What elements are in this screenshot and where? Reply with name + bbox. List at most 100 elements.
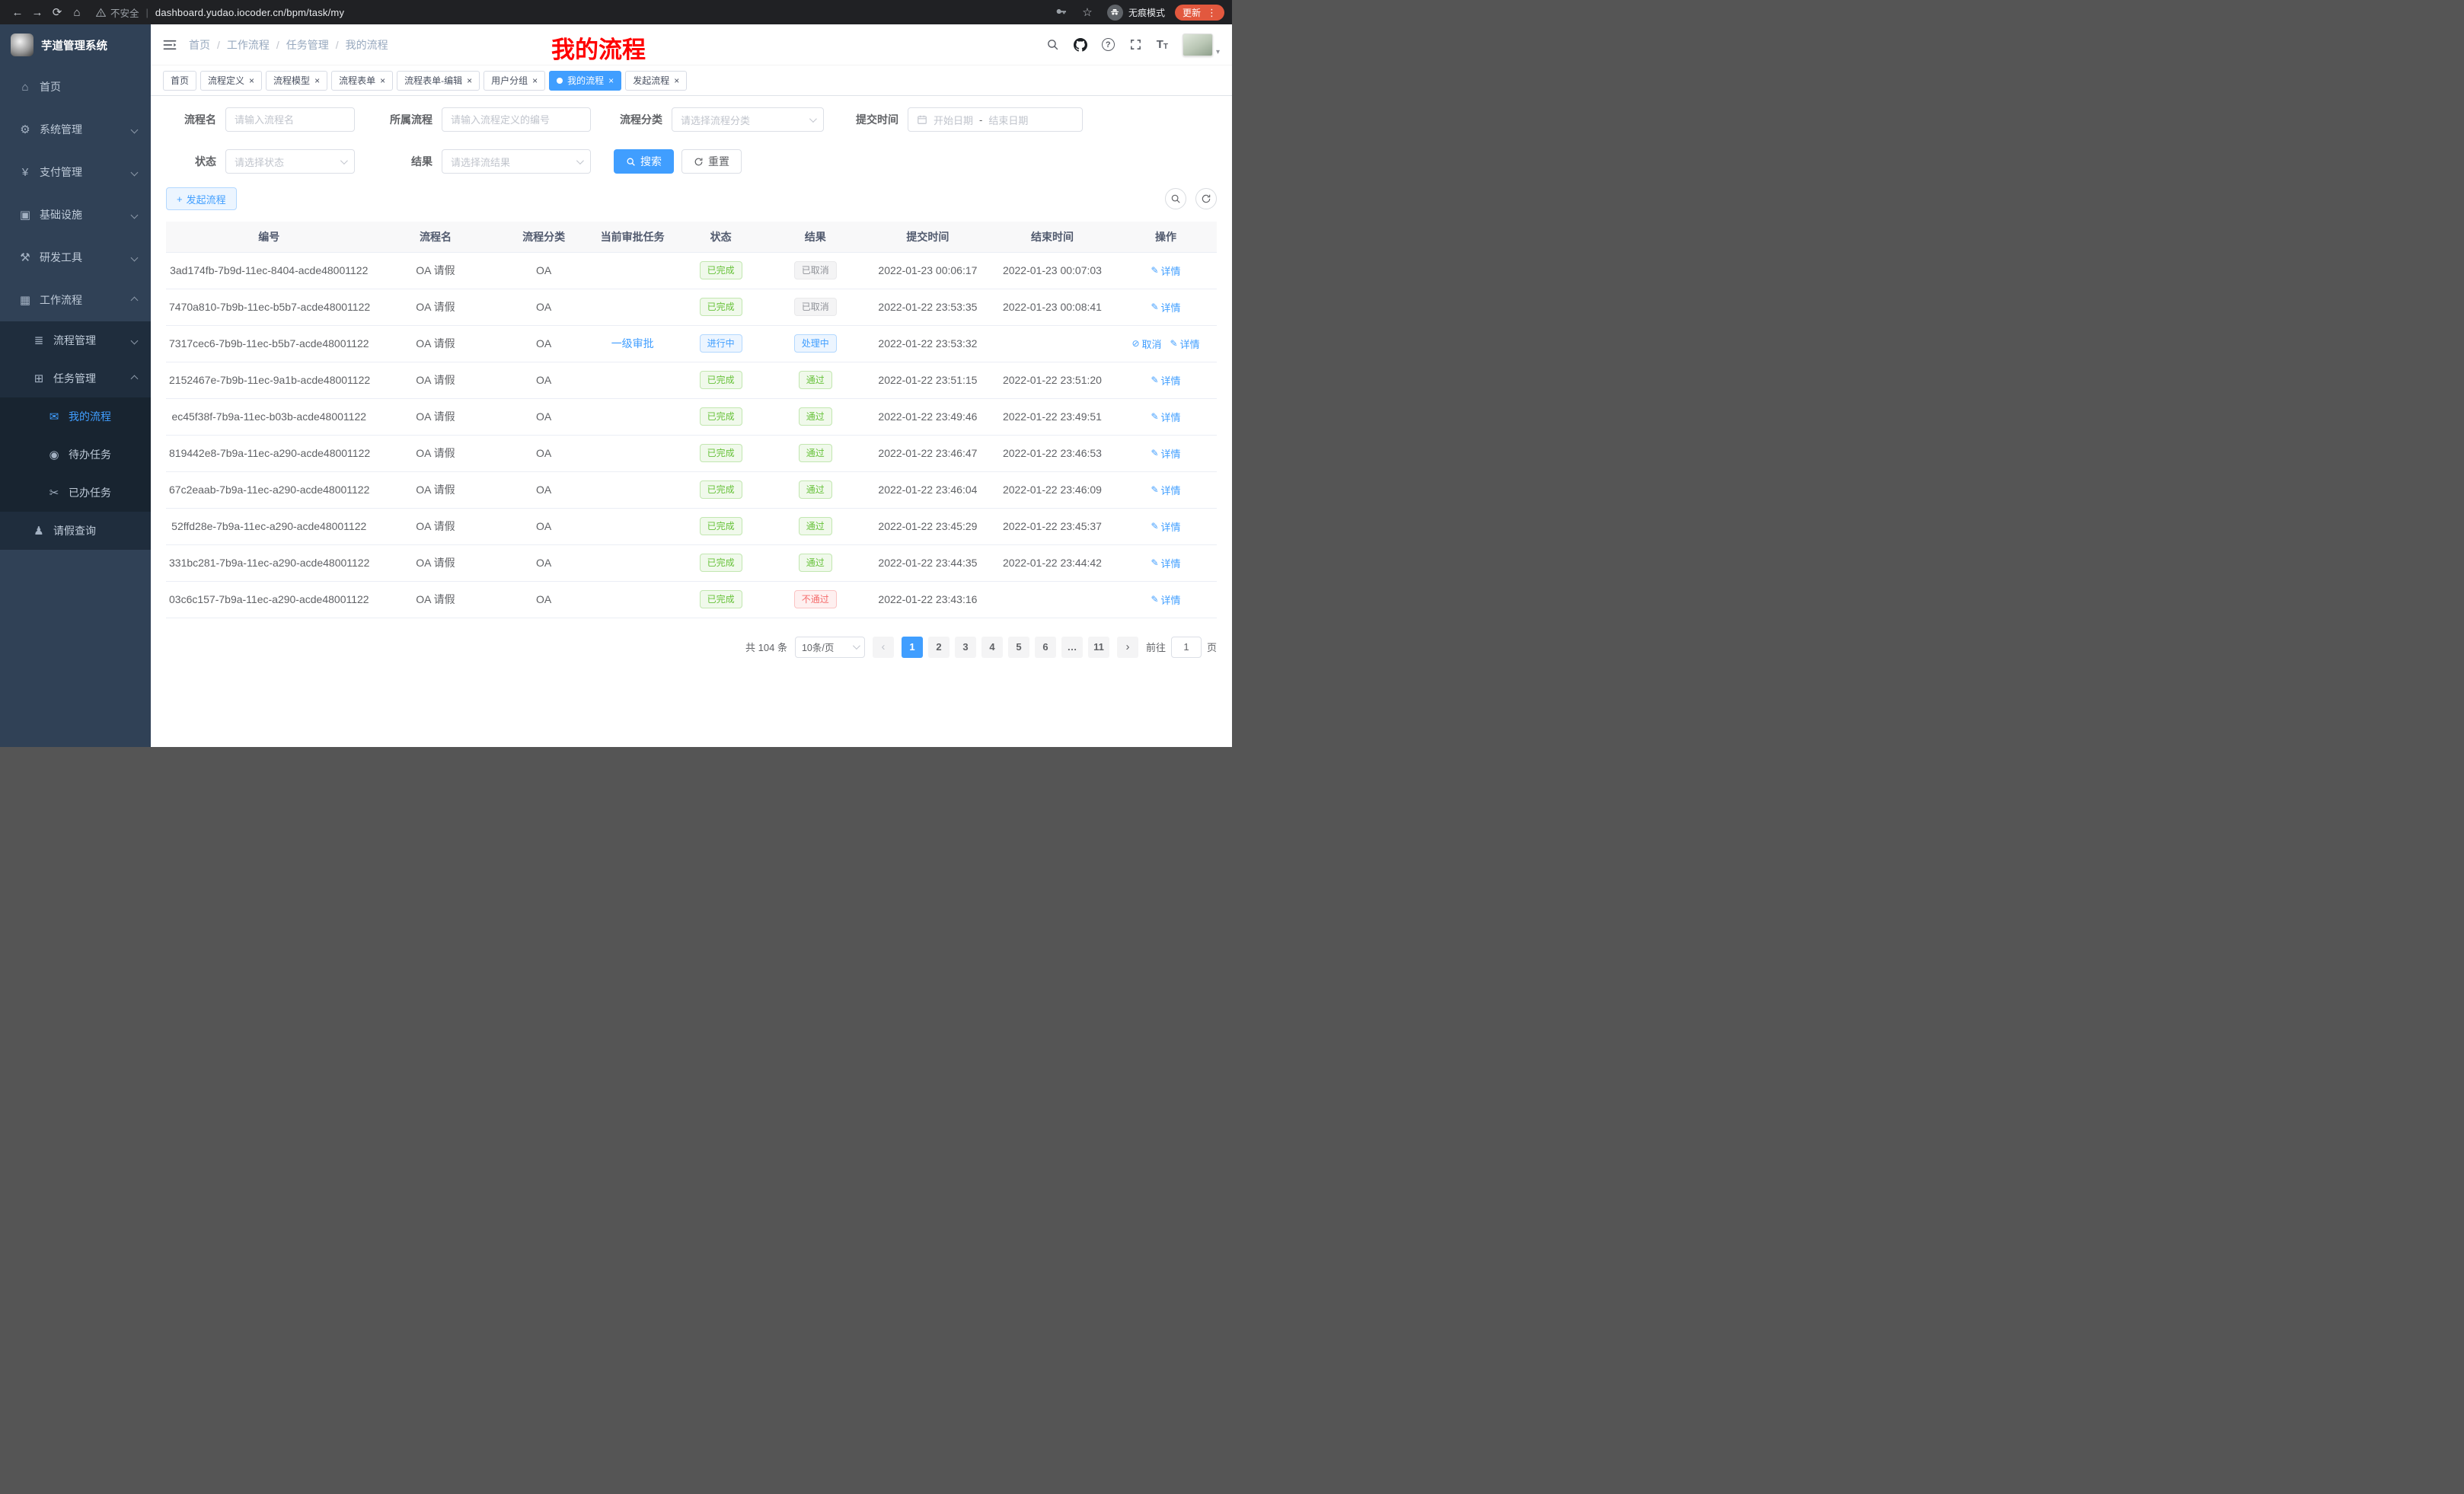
- close-icon[interactable]: ×: [532, 76, 538, 85]
- process-definition-input[interactable]: [451, 114, 582, 126]
- sidebar-item-system-mgmt[interactable]: ⚙系统管理: [0, 108, 151, 151]
- sidebar-item-task-mgmt[interactable]: ⊞任务管理: [0, 359, 151, 397]
- hamburger-icon[interactable]: [163, 39, 177, 51]
- status-select[interactable]: 请选择状态: [225, 149, 355, 174]
- close-icon[interactable]: ×: [314, 76, 320, 85]
- breadcrumb-item[interactable]: 任务管理: [286, 37, 329, 53]
- action-detail[interactable]: ✎详情: [1151, 263, 1180, 278]
- avatar[interactable]: [1183, 34, 1213, 56]
- bookmark-star-icon[interactable]: ☆: [1077, 2, 1097, 22]
- page-button[interactable]: 2: [928, 637, 950, 658]
- home-icon[interactable]: ⌂: [67, 2, 87, 22]
- sidebar-item-label: 待办任务: [69, 447, 111, 462]
- close-icon[interactable]: ×: [249, 76, 254, 85]
- page-button[interactable]: 6: [1035, 637, 1056, 658]
- cell-actions: ✎详情: [1115, 508, 1217, 544]
- edit-icon: ✎: [1151, 484, 1158, 495]
- sidebar-item-todo-task[interactable]: ◉待办任务: [0, 436, 151, 474]
- sidebar-item-leave-query[interactable]: ♟请假查询: [0, 512, 151, 550]
- goto-page-input[interactable]: [1171, 637, 1202, 658]
- close-icon[interactable]: ×: [467, 76, 472, 85]
- tab-process-model[interactable]: 流程模型×: [266, 71, 327, 91]
- page-button[interactable]: 11: [1088, 637, 1109, 658]
- tab-start-process[interactable]: 发起流程×: [625, 71, 687, 91]
- close-icon[interactable]: ×: [380, 76, 385, 85]
- status-tag: 已完成: [700, 554, 742, 572]
- category-select[interactable]: 请选择流程分类: [672, 107, 824, 132]
- fullscreen-icon[interactable]: [1129, 38, 1142, 51]
- tab-process-form[interactable]: 流程表单 ×: [331, 71, 393, 91]
- search-icon[interactable]: [1046, 38, 1059, 51]
- action-detail[interactable]: ✎详情: [1151, 446, 1180, 461]
- forward-icon[interactable]: →: [27, 2, 47, 22]
- cell-process-name: OA 请假: [372, 289, 499, 325]
- column-header: 提交时间: [866, 222, 990, 252]
- breadcrumb-item[interactable]: 工作流程: [227, 37, 270, 53]
- sidebar-item-dev-tools[interactable]: ⚒研发工具: [0, 236, 151, 279]
- key-icon[interactable]: [1055, 6, 1068, 18]
- browser-menu-icon[interactable]: ⋮: [1207, 8, 1217, 18]
- action-detail[interactable]: ✎详情: [1151, 519, 1180, 534]
- github-icon[interactable]: [1074, 38, 1087, 52]
- close-icon[interactable]: ×: [674, 76, 679, 85]
- app-title: 芋道管理系统: [41, 37, 107, 53]
- cell-id: 3ad174fb-7b9d-11ec-8404-acde48001122: [166, 252, 372, 289]
- tab-label: 流程表单: [339, 74, 375, 87]
- action-detail[interactable]: ✎详情: [1151, 592, 1180, 607]
- sidebar-item-workflow[interactable]: ▦工作流程: [0, 279, 151, 321]
- cell-process-name: OA 请假: [372, 398, 499, 435]
- tab-process-definition[interactable]: 流程定义×: [200, 71, 262, 91]
- action-detail[interactable]: ✎详情: [1151, 556, 1180, 570]
- address-url[interactable]: dashboard.yudao.iocoder.cn/bpm/task/my: [155, 7, 344, 18]
- page-button[interactable]: 1: [902, 637, 923, 658]
- gear-icon: ⚙: [17, 123, 34, 136]
- cell-result: 处理中: [765, 325, 866, 362]
- sidebar-item-my-process[interactable]: ✉我的流程: [0, 397, 151, 436]
- start-process-button[interactable]: + 发起流程: [166, 187, 237, 210]
- search-button[interactable]: 搜索: [614, 149, 674, 174]
- table-body: 3ad174fb-7b9d-11ec-8404-acde48001122OA 请…: [166, 252, 1217, 618]
- back-icon[interactable]: ←: [8, 2, 27, 22]
- edit-icon: ✎: [1151, 557, 1158, 568]
- page-button[interactable]: 4: [981, 637, 1003, 658]
- font-size-icon[interactable]: TT: [1157, 38, 1168, 51]
- reload-icon[interactable]: ⟳: [47, 2, 67, 22]
- update-button[interactable]: 更新 ⋮: [1175, 5, 1224, 21]
- action-detail[interactable]: ✎详情: [1151, 483, 1180, 497]
- page-button[interactable]: 5: [1008, 637, 1029, 658]
- sidebar-item-home[interactable]: ⌂首页: [0, 65, 151, 108]
- tab-process-form-edit[interactable]: 流程表单-编辑×: [397, 71, 480, 91]
- action-detail[interactable]: ✎详情: [1151, 300, 1180, 314]
- action-detail[interactable]: ✎详情: [1151, 410, 1180, 424]
- current-task-link[interactable]: 一级审批: [611, 336, 654, 351]
- tab-my-process[interactable]: 我的流程×: [549, 71, 621, 91]
- cell-result: 通过: [765, 544, 866, 581]
- action-cancel[interactable]: ⊘取消: [1131, 337, 1161, 351]
- tab-user-group[interactable]: 用户分组×: [484, 71, 545, 91]
- tab-bar: 首页流程定义×流程模型×流程表单×流程表单-编辑×用户分组×我的流程×发起流程×: [151, 65, 1232, 96]
- user-menu[interactable]: ▾: [1183, 34, 1220, 56]
- reset-button[interactable]: 重置: [681, 149, 742, 174]
- prev-page-button[interactable]: ‹: [873, 637, 894, 658]
- page-size-select[interactable]: 10条/页: [795, 637, 865, 658]
- help-icon[interactable]: ?: [1102, 38, 1115, 51]
- security-indicator[interactable]: 不安全: [96, 5, 139, 20]
- refresh-table-button[interactable]: [1195, 188, 1217, 209]
- page-button[interactable]: 3: [955, 637, 976, 658]
- date-range-picker[interactable]: 开始日期 - 结束日期: [908, 107, 1083, 132]
- cell-category: OA: [499, 435, 588, 471]
- sidebar-item-done-task[interactable]: ✂已办任务: [0, 474, 151, 512]
- tab-home[interactable]: 首页: [163, 71, 196, 91]
- sidebar-item-payment-mgmt[interactable]: ¥支付管理: [0, 151, 151, 193]
- process-name-input[interactable]: [235, 114, 346, 126]
- result-select[interactable]: 请选择流结果: [442, 149, 591, 174]
- cell-current-task: [589, 362, 677, 398]
- breadcrumb-item[interactable]: 首页: [189, 37, 210, 53]
- next-page-button[interactable]: ›: [1117, 637, 1138, 658]
- action-detail[interactable]: ✎详情: [1151, 373, 1180, 388]
- close-icon[interactable]: ×: [608, 76, 614, 85]
- sidebar-item-infrastructure[interactable]: ▣基础设施: [0, 193, 151, 236]
- action-detail[interactable]: ✎详情: [1170, 337, 1200, 351]
- toggle-search-button[interactable]: [1165, 188, 1186, 209]
- sidebar-item-process-mgmt[interactable]: ≣流程管理: [0, 321, 151, 359]
